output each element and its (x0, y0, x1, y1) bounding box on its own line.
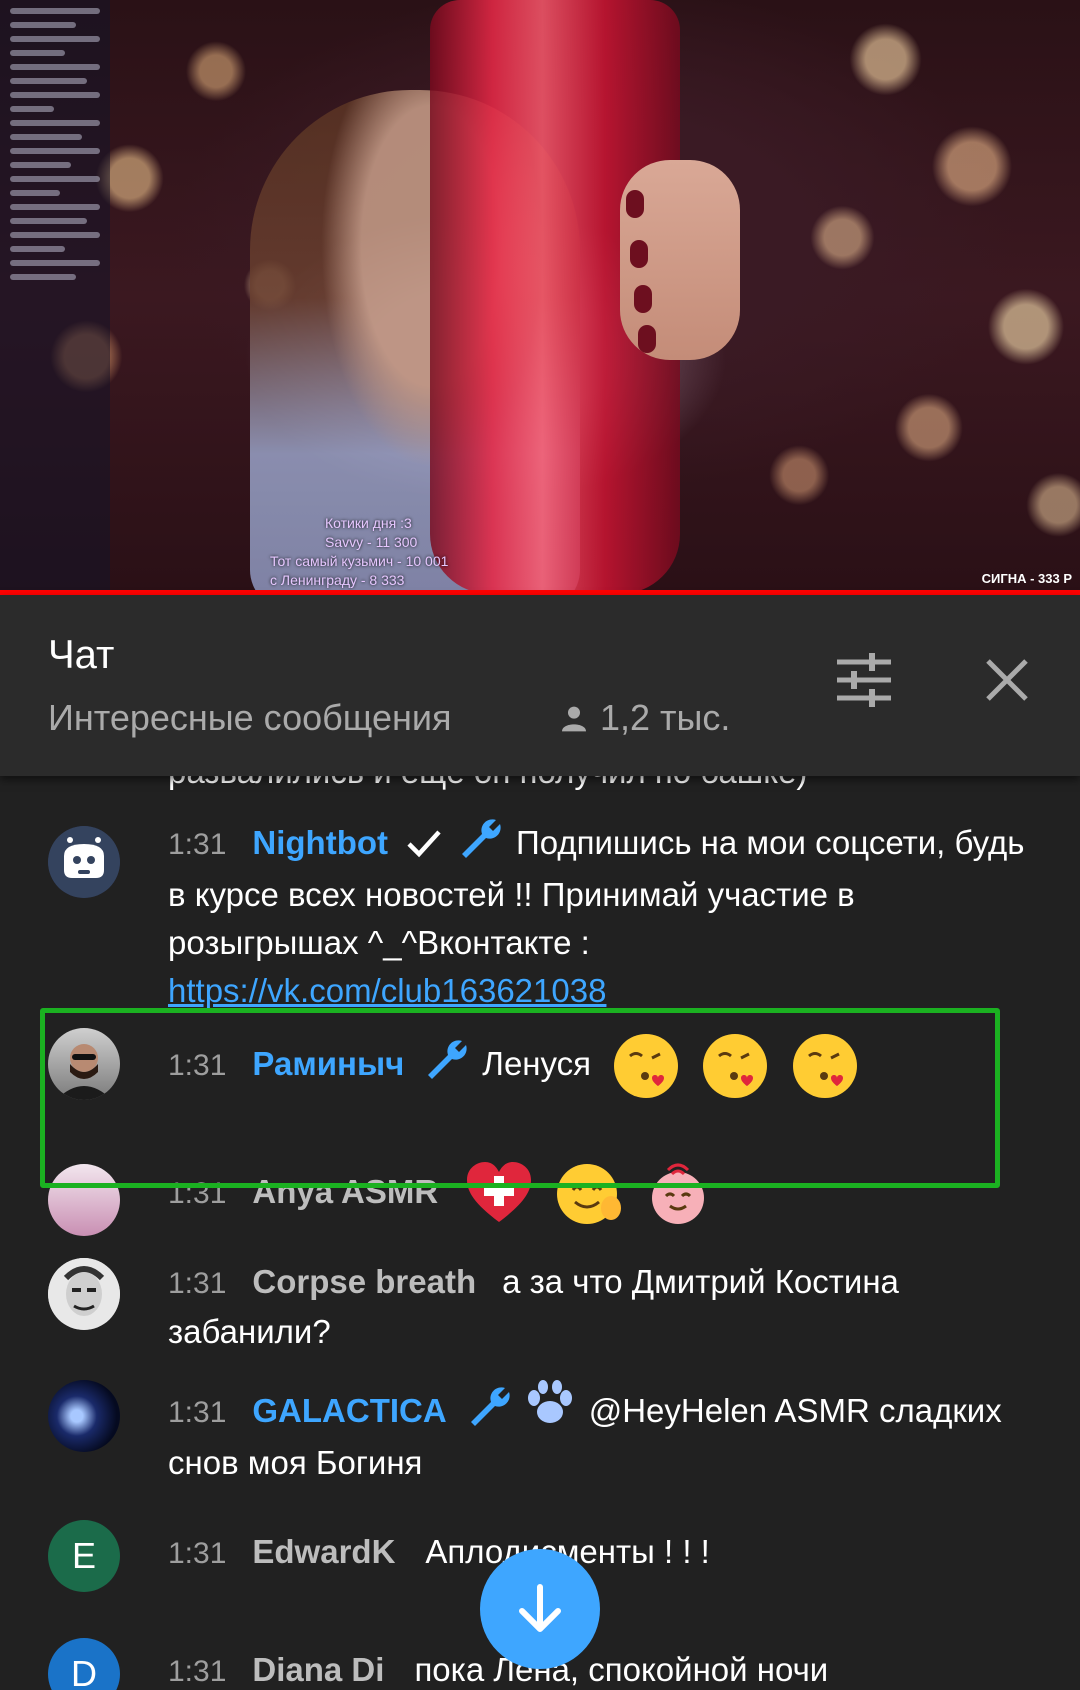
overlay-line: Savvy - 11 300 (325, 534, 418, 550)
author-name[interactable]: Раминыч (252, 1045, 404, 1082)
chat-header: Чат Интересные сообщения 1,2 тыс. (0, 595, 1080, 776)
avatar[interactable] (48, 826, 120, 898)
author-name[interactable]: EdwardK (252, 1533, 395, 1570)
message-time: 1:31 (168, 1655, 227, 1688)
kissing-heart-emoji (791, 1032, 859, 1100)
red-heart-cross-emoji (465, 1160, 533, 1228)
avatar[interactable]: E (48, 1520, 120, 1592)
verified-check-icon (406, 823, 442, 871)
person-icon (562, 706, 586, 732)
avatar-letter: D (71, 1653, 97, 1690)
chat-title: Чат (48, 633, 115, 677)
chat-close-button[interactable] (972, 645, 1042, 715)
moderator-wrench-icon (465, 1384, 511, 1439)
message-time: 1:31 (168, 1537, 227, 1570)
avatar[interactable] (48, 1164, 120, 1236)
overlay-line: Котики дня :3 (325, 515, 412, 531)
message-time: 1:31 (168, 1396, 227, 1429)
smile-wave-emoji (555, 1160, 623, 1228)
paw-badge-icon (525, 1380, 575, 1439)
author-name[interactable]: Anya ASMR (252, 1173, 438, 1210)
stream-corner-text: СИГНА - 333 Р (981, 571, 1072, 586)
message-time: 1:31 (168, 1177, 227, 1210)
viewer-count: 1,2 тыс. (558, 697, 730, 739)
moderator-wrench-icon (422, 1032, 468, 1104)
author-name[interactable]: GALACTICA (252, 1392, 446, 1429)
message-link[interactable]: https://vk.com/club163621038 (168, 972, 606, 1009)
profile-photo-icon (56, 1044, 112, 1100)
message-text: развалились и ещё он получил по башке) (168, 776, 1048, 796)
scroll-to-bottom-button[interactable] (480, 1549, 600, 1669)
avatar[interactable] (48, 1028, 120, 1100)
video-player[interactable]: Котики дня :3 Savvy - 11 300 Тот самый к… (0, 0, 1080, 594)
chat-settings-button[interactable] (829, 645, 899, 715)
author-name[interactable]: Nightbot (252, 824, 388, 861)
profile-photo-icon (48, 1258, 120, 1330)
kissing-heart-emoji (701, 1032, 769, 1100)
moderator-wrench-icon (456, 816, 502, 871)
message-time: 1:31 (168, 1049, 227, 1082)
close-icon (986, 659, 1028, 701)
avatar[interactable] (48, 1380, 120, 1452)
arrow-down-icon (519, 1584, 561, 1632)
message-time: 1:31 (168, 828, 227, 861)
avatar[interactable] (48, 1258, 120, 1330)
author-name[interactable]: Corpse breath (252, 1263, 476, 1300)
hug-face-emoji (644, 1160, 712, 1228)
stream-chat-overlay (0, 0, 110, 594)
chat-filter-dropdown[interactable]: Интересные сообщения (48, 697, 451, 739)
message-text: пока Лена, спокойной ночи (414, 1651, 829, 1688)
message-text: Ленуся (482, 1045, 592, 1082)
tune-icon (837, 653, 891, 707)
nightbot-avatar-icon (48, 826, 120, 898)
avatar-letter: E (71, 1535, 96, 1576)
avatar[interactable]: D (48, 1638, 120, 1690)
stream-donation-overlay: Котики дня :3 Savvy - 11 300 Тот самый к… (270, 514, 448, 590)
overlay-line: с Ленинграду - 8 333 (270, 572, 405, 588)
hand (620, 160, 740, 360)
overlay-line: Тот самый кузьмич - 10 001 (270, 553, 449, 569)
author-name[interactable]: Diana Di (252, 1651, 384, 1688)
message-time: 1:31 (168, 1267, 227, 1300)
kissing-heart-emoji (612, 1032, 680, 1100)
viewer-count-label: 1,2 тыс. (600, 697, 731, 738)
